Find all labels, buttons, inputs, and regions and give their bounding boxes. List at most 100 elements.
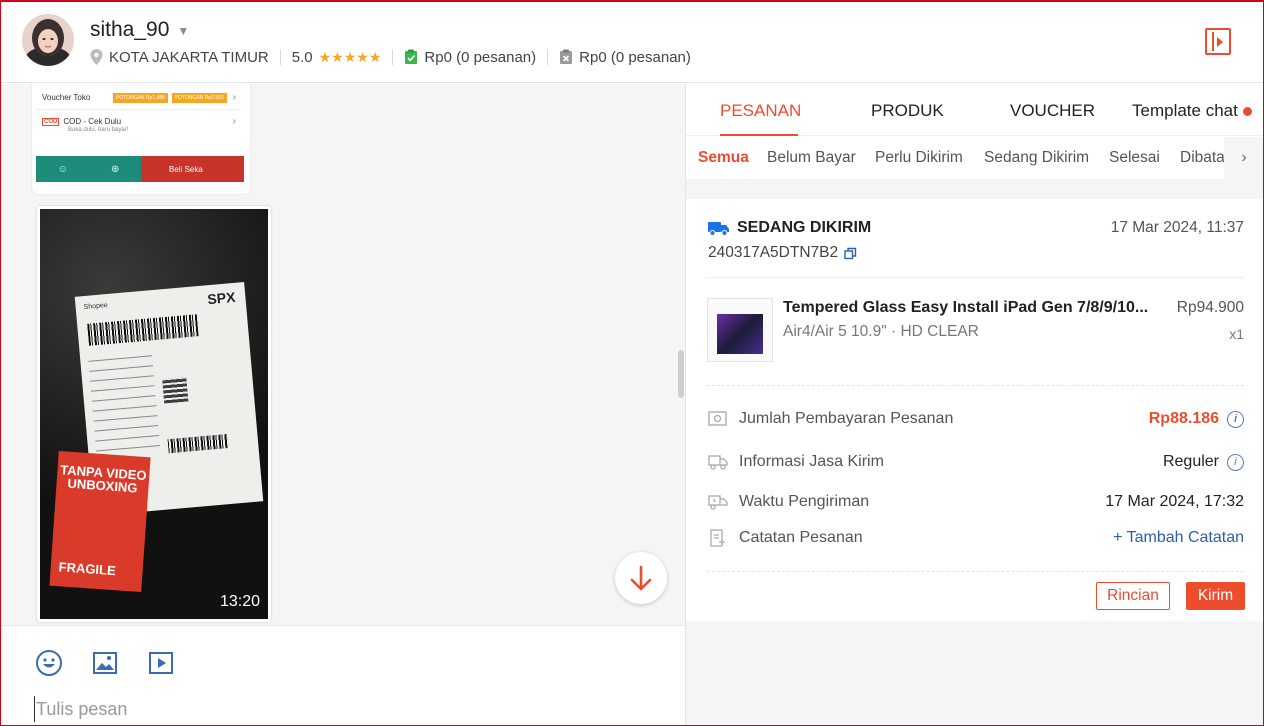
payment-row: Jumlah Pembayaran Pesanan Rp88.186 i bbox=[708, 408, 1244, 432]
subtab-selesai[interactable]: Selesai bbox=[1109, 149, 1160, 167]
completed-stat: Rp0 (0 pesanan) bbox=[424, 48, 537, 66]
barcode-graphic bbox=[167, 434, 229, 454]
subtab-sedang-dikirim[interactable]: Sedang Dikirim bbox=[984, 149, 1089, 167]
buyer-meta: KOTA JAKARTA TIMUR 5.0 ★★★★★ Rp0 (0 pesa… bbox=[90, 47, 691, 67]
message-time: 13:20 bbox=[219, 593, 260, 610]
tab-produk[interactable]: PRODUK bbox=[871, 101, 944, 121]
video-icon bbox=[149, 652, 173, 674]
emoji-icon bbox=[36, 650, 62, 676]
qr-code-graphic bbox=[162, 377, 189, 404]
image-message[interactable]: Shopee SPX TANPA VIDEO UNBOXING FRAGILE … bbox=[37, 206, 271, 622]
shipping-value: Reguler bbox=[1162, 453, 1219, 470]
caret-down-icon[interactable]: ▼ bbox=[177, 24, 189, 38]
tab-pesanan[interactable]: PESANAN bbox=[720, 101, 801, 121]
send-order-button[interactable]: Kirim bbox=[1186, 582, 1245, 610]
product-price: Rp94.900 bbox=[1176, 299, 1244, 316]
note-icon bbox=[710, 529, 725, 547]
tab-template-chat[interactable]: Template chat bbox=[1132, 101, 1252, 121]
ship-time-value: 17 Mar 2024, 17:32 bbox=[1105, 493, 1244, 510]
order-id: 240317A5DTN7B2 bbox=[708, 244, 857, 262]
scrollbar-thumb[interactable] bbox=[678, 350, 684, 398]
sticker-text: FRAGILE bbox=[58, 559, 117, 579]
collapse-panel-icon[interactable] bbox=[1205, 28, 1231, 55]
send-video-button[interactable] bbox=[146, 648, 176, 678]
add-note-button[interactable]: + Tambah Catatan bbox=[1113, 529, 1244, 547]
info-icon[interactable]: i bbox=[1227, 410, 1244, 428]
product-name[interactable]: Tempered Glass Easy Install iPad Gen 7/8… bbox=[783, 299, 1163, 317]
info-icon[interactable]: i bbox=[1227, 453, 1244, 471]
order-note-row: Catatan Pesanan + Tambah Catatan bbox=[708, 527, 1244, 551]
order-status-filter: Semua Belum Bayar Perlu Dikirim Sedang D… bbox=[686, 137, 1263, 179]
payment-label: Jumlah Pembayaran Pesanan bbox=[739, 410, 954, 427]
image-icon bbox=[93, 652, 117, 674]
composer-toolbar bbox=[34, 648, 176, 678]
cod-badge: COD bbox=[42, 117, 60, 126]
avatar[interactable] bbox=[22, 14, 74, 66]
cancelled-stat: Rp0 (0 pesanan) bbox=[579, 48, 691, 66]
divider bbox=[707, 277, 1244, 278]
cart-icon: ⊕ bbox=[111, 163, 120, 175]
delivery-time-icon bbox=[708, 495, 728, 510]
fragile-sticker: TANPA VIDEO UNBOXING FRAGILE bbox=[49, 450, 151, 593]
subtab-semua[interactable]: Semua bbox=[698, 149, 749, 167]
chevron-right-icon[interactable]: › bbox=[1224, 137, 1263, 179]
barcode-graphic bbox=[87, 314, 199, 346]
tab-voucher[interactable]: VOUCHER bbox=[1010, 101, 1095, 121]
message-time: 13:20 bbox=[203, 84, 244, 96]
shipping-truck-icon bbox=[708, 455, 728, 470]
product-card-message[interactable]: Voucher Toko POTONGAN Rp1.588 POTONGAN R… bbox=[32, 84, 250, 194]
subtab-belum-bayar[interactable]: Belum Bayar bbox=[767, 149, 856, 167]
card-action-icons: ☺ ⊕ bbox=[36, 156, 141, 182]
scroll-to-bottom-button[interactable] bbox=[615, 552, 667, 604]
username-text: sitha_90 bbox=[90, 18, 170, 41]
divider bbox=[547, 49, 549, 65]
divider bbox=[707, 385, 1244, 386]
username[interactable]: sitha_90 ▼ bbox=[90, 18, 189, 42]
send-image-button[interactable] bbox=[90, 648, 120, 678]
payment-icon bbox=[708, 411, 727, 426]
cod-subtitle: Buka dulu, baru bayar! bbox=[68, 127, 129, 133]
voucher-label: Voucher Toko bbox=[42, 93, 91, 102]
order-detail-button[interactable]: Rincian bbox=[1096, 582, 1170, 610]
notification-dot bbox=[1242, 107, 1252, 117]
tab-template-chat-label: Template chat bbox=[1132, 101, 1238, 120]
divider bbox=[392, 49, 394, 65]
subtab-dibatalkan[interactable]: Dibata bbox=[1180, 149, 1224, 167]
panel-empty-area bbox=[686, 621, 1263, 725]
chevron-right-icon: › bbox=[232, 116, 236, 127]
order-id-text: 240317A5DTN7B2 bbox=[708, 244, 839, 261]
label-courier: SPX bbox=[206, 288, 237, 308]
subtab-perlu-dikirim[interactable]: Perlu Dikirim bbox=[875, 149, 963, 167]
message-input[interactable] bbox=[34, 696, 634, 722]
product-variant: Air4/Air 5 10.9" · HD CLEAR bbox=[783, 323, 979, 340]
ship-time-row: Waktu Pengiriman 17 Mar 2024, 17:32 bbox=[708, 491, 1244, 515]
chat-window: sitha_90 ▼ KOTA JAKARTA TIMUR 5.0 ★★★★★ … bbox=[0, 0, 1264, 726]
order-note-label: Catatan Pesanan bbox=[739, 529, 863, 546]
buy-now-label: Beli Seka bbox=[169, 164, 203, 174]
cod-row: COD COD - Cek Dulu › Buka dulu, baru bay… bbox=[36, 114, 242, 150]
copy-icon[interactable] bbox=[844, 247, 857, 260]
product-thumbnail[interactable] bbox=[707, 298, 773, 362]
chat-bubble-icon: ☺ bbox=[57, 163, 68, 175]
label-text-lines bbox=[80, 346, 169, 462]
location-text: KOTA JAKARTA TIMUR bbox=[109, 48, 269, 66]
label-brand: Shopee bbox=[83, 301, 109, 312]
divider bbox=[279, 49, 281, 65]
chat-messages[interactable]: Voucher Toko POTONGAN Rp1.588 POTONGAN R… bbox=[1, 84, 685, 625]
product-quantity: x1 bbox=[1229, 326, 1244, 342]
voucher-pill: POTONGAN Rp1.588 bbox=[113, 92, 168, 103]
panel-tabs: PESANAN PRODUK VOUCHER Template chat bbox=[686, 84, 1263, 136]
chat-header: sitha_90 ▼ KOTA JAKARTA TIMUR 5.0 ★★★★★ … bbox=[1, 2, 1263, 83]
active-tab-indicator bbox=[720, 134, 798, 136]
shipping-row: Informasi Jasa Kirim Reguler i bbox=[708, 451, 1244, 475]
buy-now-button: Beli Seka bbox=[141, 156, 244, 182]
arrow-down-icon bbox=[630, 565, 652, 591]
payment-value: Rp88.186 bbox=[1148, 410, 1219, 427]
star-rating-icon: ★★★★★ bbox=[318, 48, 382, 65]
cancelled-order-icon bbox=[559, 49, 573, 65]
emoji-button[interactable] bbox=[34, 648, 64, 678]
card-action-bar: ☺ ⊕ Beli Seka bbox=[36, 156, 244, 182]
shipping-label: Informasi Jasa Kirim bbox=[739, 453, 884, 470]
truck-icon bbox=[708, 222, 729, 236]
ship-time-label: Waktu Pengiriman bbox=[739, 493, 870, 510]
